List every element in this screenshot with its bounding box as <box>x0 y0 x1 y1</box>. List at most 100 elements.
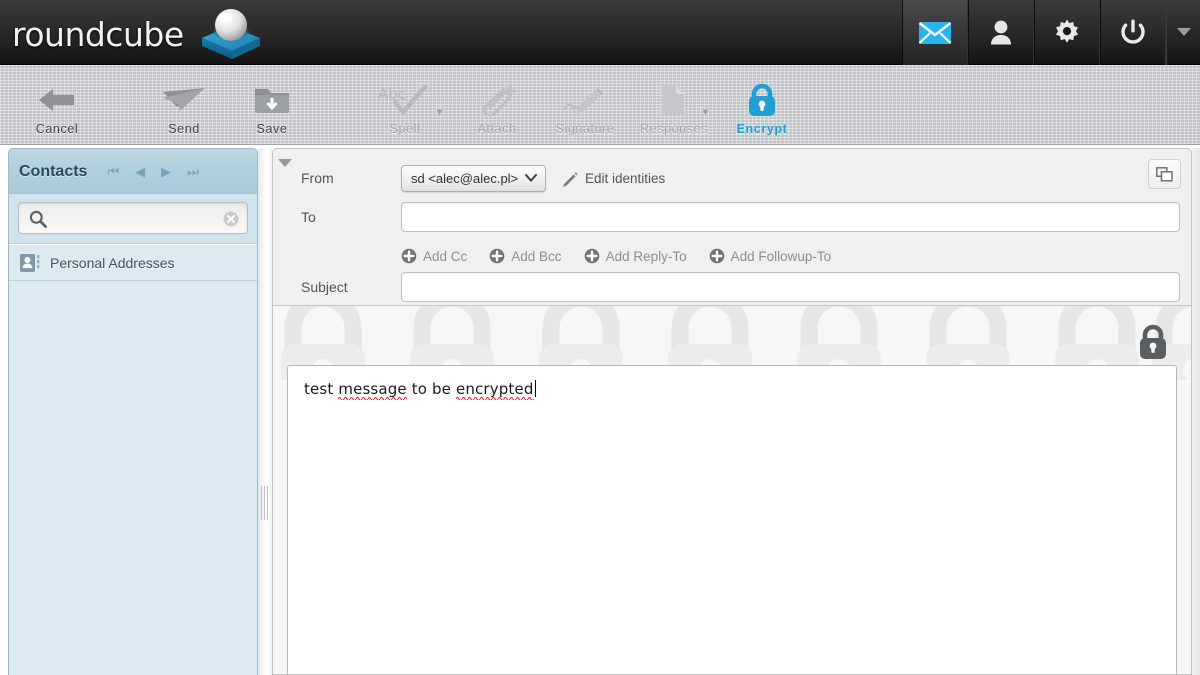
sidebar-item-personal-addresses[interactable]: Personal Addresses <box>9 244 257 281</box>
top-menu-item-contacts[interactable] <box>968 0 1034 65</box>
chevron-down-icon <box>1176 28 1191 36</box>
contacts-sidebar: Contacts ⏮ ◀ ▶ ⏭ Personal Addresses <box>8 148 258 675</box>
send-button[interactable]: Send <box>139 71 229 139</box>
body-text-part-2: to be <box>406 380 456 398</box>
cancel-button[interactable]: Cancel <box>12 71 102 139</box>
logout-power-icon <box>1121 19 1145 44</box>
search-icon <box>29 210 47 228</box>
body-misspelled-word-1: message <box>338 380 407 400</box>
encrypt-label: Encrypt <box>736 122 788 136</box>
attach-label: Attach <box>477 122 517 136</box>
responses-label: Responses <box>640 122 708 136</box>
body-misspelled-word-2: encrypted <box>455 380 534 400</box>
plus-circle-icon <box>709 248 724 264</box>
spell-label: Spell <box>389 122 421 136</box>
add-followup-to-label: Add Followup-To <box>730 248 832 264</box>
top-menu <box>902 0 1200 65</box>
top-menu-item-logout[interactable] <box>1100 0 1166 65</box>
attach-button[interactable]: Attach <box>452 71 542 139</box>
top-menu-item-settings[interactable] <box>1034 0 1100 65</box>
lock-icon <box>1140 324 1166 359</box>
prev-page-button[interactable]: ◀ <box>135 165 145 178</box>
next-page-button[interactable]: ▶ <box>161 165 171 178</box>
compose-body-area: test message to be encrypted <box>272 306 1192 675</box>
paperclip-plus-icon <box>475 83 519 117</box>
contacts-search-input[interactable] <box>55 203 215 233</box>
plus-circle-icon <box>584 248 599 264</box>
identity-select-wrap: sd <alec@alec.pl> <box>401 164 546 192</box>
responses-button[interactable]: Responses <box>629 71 719 139</box>
top-bar: roundcube <box>0 0 1200 65</box>
splitter-grip[interactable] <box>261 486 269 520</box>
add-cc-label: Add Cc <box>423 248 468 264</box>
encryption-status-badge <box>1135 322 1171 367</box>
add-bcc-link[interactable]: Add Bcc <box>489 248 562 264</box>
subject-row: Subject <box>273 264 1191 310</box>
signature-label: Signature <box>555 122 615 136</box>
pencil-icon <box>563 171 578 187</box>
brand-name: roundcube <box>12 14 184 54</box>
from-row: From sd <alec@alec.pl> Edit identities <box>273 161 1191 195</box>
from-identity-select[interactable]: sd <alec@alec.pl> <box>401 164 546 192</box>
settings-gear-icon <box>1056 19 1078 43</box>
document-icon <box>654 83 694 117</box>
to-input[interactable] <box>401 202 1180 232</box>
spell-dropdown-arrow[interactable]: ▼ <box>435 107 444 117</box>
to-label: To <box>301 209 316 225</box>
send-label: Send <box>168 122 200 136</box>
compose-toolbar: Cancel Send Save Abc Spell ▼ Attach Sign… <box>0 65 1200 145</box>
spell-button[interactable]: Abc Spell <box>360 71 450 139</box>
sidebar-item-label: Personal Addresses <box>50 254 175 271</box>
edit-identities-link[interactable]: Edit identities <box>562 170 665 187</box>
body-text-part-1: test <box>304 380 339 398</box>
cancel-label: Cancel <box>35 122 79 136</box>
roundcube-cube-logo <box>188 8 272 60</box>
add-bcc-label: Add Bcc <box>511 248 562 264</box>
encrypt-button[interactable]: Encrypt <box>717 71 807 139</box>
svg-text:Abc: Abc <box>378 85 406 103</box>
compose-headers: From sd <alec@alec.pl> Edit identities T… <box>272 148 1192 306</box>
message-body-text: test message to be encrypted <box>304 380 536 400</box>
roundcube-app: roundcube Cancel Send Save Abc Spell ▼ A… <box>0 0 1200 675</box>
contacts-title: Contacts <box>19 162 88 180</box>
spellcheck-icon: Abc <box>377 83 433 117</box>
last-page-button[interactable]: ⏭ <box>187 165 199 178</box>
restore-window-button[interactable] <box>1148 159 1181 189</box>
collapse-triangle-icon[interactable] <box>278 159 292 167</box>
address-book-icon <box>20 253 40 272</box>
subject-input[interactable] <box>401 272 1180 302</box>
right-edge-gutter <box>1192 148 1200 675</box>
text-cursor <box>534 380 536 397</box>
top-menu-item-mail[interactable] <box>902 0 968 65</box>
add-reply-to-label: Add Reply-To <box>605 248 687 264</box>
subject-label: Subject <box>301 279 348 295</box>
contacts-search-wrap <box>8 194 258 243</box>
paper-plane-icon <box>161 83 207 117</box>
contacts-search-box[interactable] <box>18 202 248 234</box>
clear-search-icon[interactable] <box>223 211 239 227</box>
app-logo[interactable]: roundcube <box>12 8 272 60</box>
top-menu-caret[interactable] <box>1166 0 1200 65</box>
plus-circle-icon <box>489 248 505 264</box>
responses-dropdown-arrow[interactable]: ▼ <box>701 107 710 117</box>
plus-circle-icon <box>401 248 417 264</box>
message-body-editor[interactable]: test message to be encrypted <box>287 365 1177 674</box>
mail-icon <box>918 21 952 44</box>
add-cc-link[interactable]: Add Cc <box>401 248 467 264</box>
back-arrow-icon <box>35 83 79 117</box>
contacts-pager: ⏮ ◀ ▶ ⏭ <box>107 165 198 178</box>
sidebar-splitter[interactable] <box>258 148 272 675</box>
add-followup-to-link[interactable]: Add Followup-To <box>709 248 832 264</box>
recipient-add-links: Add Cc Add Bcc Add Reply-To Add Followup… <box>273 248 1191 264</box>
first-page-button[interactable]: ⏮ <box>107 165 119 178</box>
lock-icon <box>745 83 779 117</box>
add-reply-to-link[interactable]: Add Reply-To <box>584 248 687 264</box>
pen-signature-icon <box>561 83 609 117</box>
save-label: Save <box>256 122 288 136</box>
signature-button[interactable]: Signature <box>540 71 630 139</box>
save-button[interactable]: Save <box>227 71 317 139</box>
from-label: From <box>301 170 334 186</box>
to-row: To <box>273 195 1191 239</box>
save-folder-icon <box>253 83 291 117</box>
edit-identities-label: Edit identities <box>585 170 666 186</box>
